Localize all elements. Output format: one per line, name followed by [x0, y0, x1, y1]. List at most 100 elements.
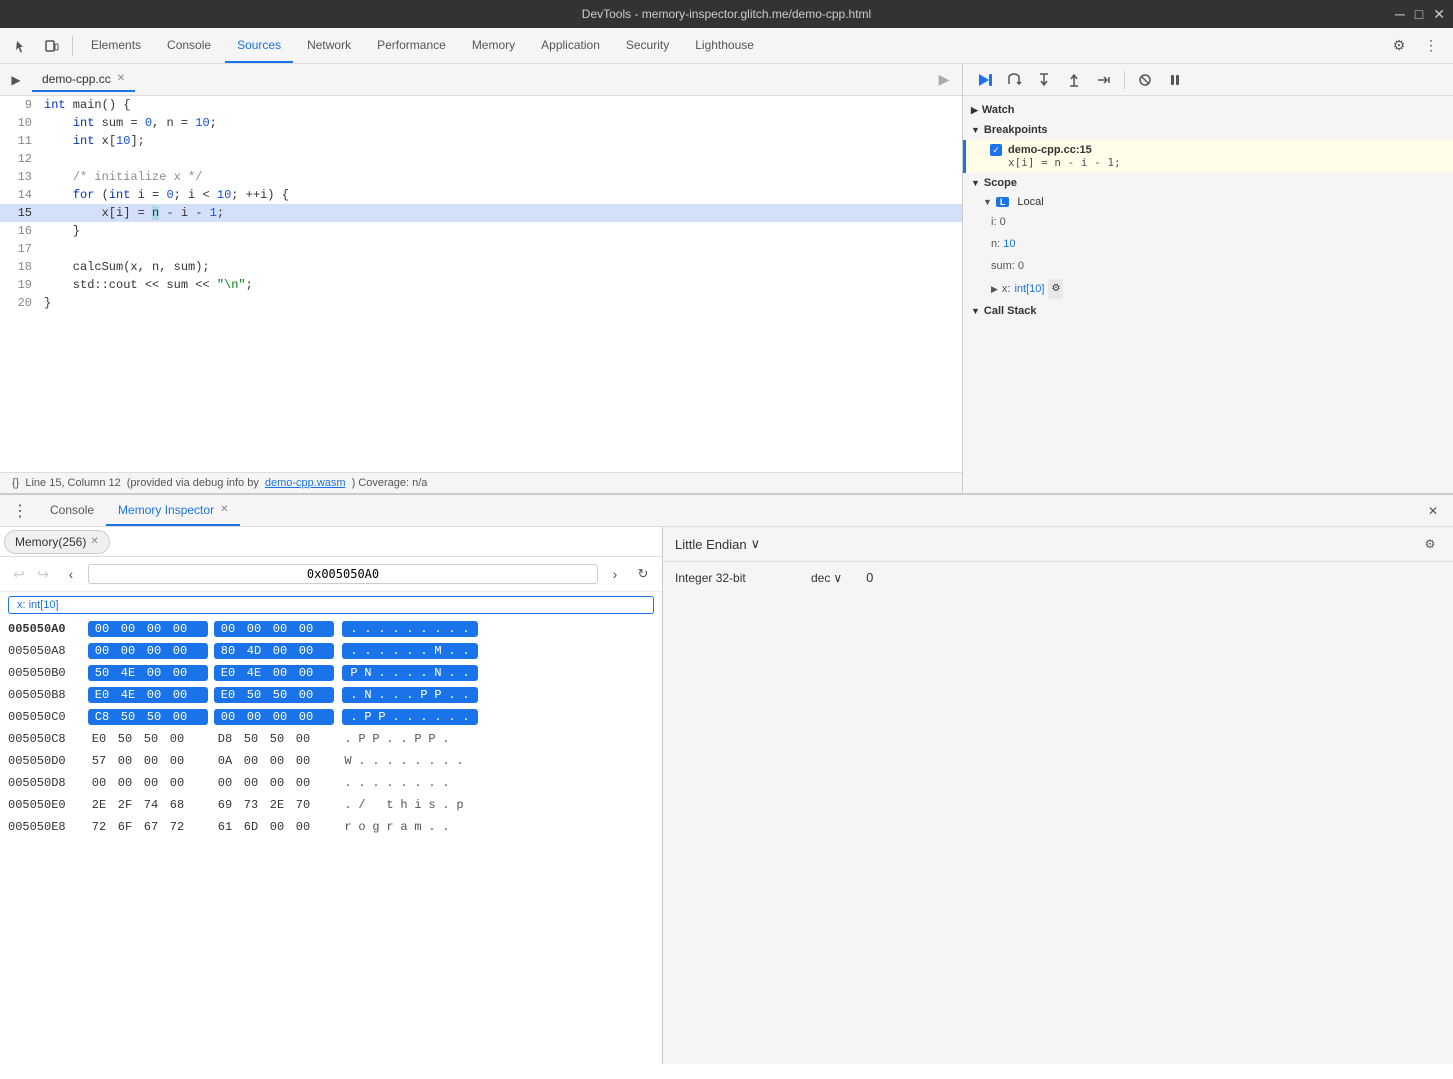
code-line-10: 10 int sum = 0, n = 10; [0, 114, 962, 132]
tab-lighthouse[interactable]: Lighthouse [683, 28, 766, 63]
breakpoint-checkbox[interactable]: ✓ [990, 144, 1002, 156]
maximize-btn[interactable]: □ [1415, 6, 1423, 23]
watch-triangle: ▶ [971, 105, 978, 116]
tab-console-bottom[interactable]: Console [38, 495, 106, 526]
code-editor[interactable]: 9 int main() { 10 int sum = 0, n = 10; 1… [0, 96, 962, 472]
refresh-btn[interactable]: ↻ [632, 563, 654, 585]
code-line-9: 9 int main() { [0, 96, 962, 114]
select-tool-btn[interactable] [8, 32, 36, 60]
status-wasm-link[interactable]: demo-cpp.wasm [265, 477, 346, 489]
endian-settings-btn[interactable]: ⚙ [1419, 533, 1441, 555]
step-out-btn[interactable] [1061, 67, 1087, 93]
bottom-tab-dots[interactable]: ⋮ [8, 499, 32, 523]
mem-row-a0: 005050A0 00 00 00 00 00 00 00 [0, 618, 662, 640]
endian-chevron-icon: ∨ [751, 536, 761, 552]
watch-section-header[interactable]: ▶ Watch [963, 100, 1453, 120]
debugger-toolbar [963, 64, 1453, 96]
scope-triangle: ▼ [971, 178, 980, 188]
x-memory-icon[interactable]: ⚙ [1048, 279, 1063, 299]
file-tab-actions: ▶ [930, 66, 958, 94]
mem-row-d8: 005050D8 00 00 00 00 00 00 00 [0, 772, 662, 794]
tab-application[interactable]: Application [529, 28, 612, 63]
code-line-19: 19 std::cout << sum << "\n"; [0, 276, 962, 294]
memory-subtab-bar: Memory(256) ✕ [0, 527, 662, 557]
status-position: Line 15, Column 12 [25, 477, 120, 489]
code-line-18: 18 calcSum(x, n, sum); [0, 258, 962, 276]
status-bar: {} Line 15, Column 12 (provided via debu… [0, 472, 962, 493]
tab-security[interactable]: Security [614, 28, 681, 63]
next-page-btn[interactable]: › [604, 563, 626, 585]
int32-format-select[interactable]: dec ∨ [811, 571, 842, 585]
memory-badge[interactable]: x: int[10] [8, 596, 654, 614]
bottom-panel-close[interactable]: ✕ [1421, 499, 1445, 523]
code-panel: ▶ demo-cpp.cc ✕ ▶ 9 int main() { [0, 64, 963, 493]
call-stack-label: Call Stack [984, 305, 1037, 317]
step-over-btn[interactable] [1001, 67, 1027, 93]
code-line-14: 14 for (int i = 0; i < 10; ++i) { [0, 186, 962, 204]
breakpoint-row: ✓ demo-cpp.cc:15 [990, 144, 1445, 156]
scope-item-i: i: 0 [963, 211, 1453, 233]
breakpoints-triangle: ▼ [971, 125, 980, 135]
pause-on-exception-btn[interactable] [1162, 67, 1188, 93]
close-memory-subtab-icon[interactable]: ✕ [90, 536, 98, 547]
mem-row-a8: 005050A8 00 00 00 00 80 4D 00 [0, 640, 662, 662]
tab-elements[interactable]: Elements [79, 28, 153, 63]
settings-btn[interactable]: ⚙ [1385, 32, 1413, 60]
tab-memory[interactable]: Memory [460, 28, 527, 63]
tab-network[interactable]: Network [295, 28, 363, 63]
resume-btn[interactable] [971, 67, 997, 93]
nav-settings: ⚙ ⋮ [1385, 32, 1445, 60]
step-btn[interactable] [1091, 67, 1117, 93]
local-header: ▼ L Local [963, 193, 1453, 211]
scope-item-x[interactable]: ▶ x: int[10] ⚙ [963, 277, 1453, 301]
local-expand-tri[interactable]: ▼ [983, 197, 992, 207]
address-input[interactable] [88, 564, 598, 584]
main-area: ▶ demo-cpp.cc ✕ ▶ 9 int main() { [0, 64, 1453, 1079]
scope-label: Scope [984, 177, 1017, 189]
tab-memory-inspector[interactable]: Memory Inspector ✕ [106, 495, 240, 526]
code-line-16: 16 } [0, 222, 962, 240]
x-expand-tri[interactable]: ▶ [991, 280, 998, 298]
memory-subtab-256[interactable]: Memory(256) ✕ [4, 530, 110, 554]
local-label: Local [1017, 196, 1043, 208]
device-toggle-btn[interactable] [38, 32, 66, 60]
mem-table-area: 005050A0 00 00 00 00 00 00 00 [0, 618, 662, 1064]
tab-sources[interactable]: Sources [225, 28, 293, 63]
redo-btn[interactable]: ↪ [32, 563, 54, 585]
minimize-btn[interactable]: ─ [1395, 6, 1405, 23]
play-file-btn[interactable]: ▶ [930, 66, 958, 94]
scope-item-n: n: 10 [963, 233, 1453, 255]
deactivate-bp-btn[interactable] [1132, 67, 1158, 93]
mem-row-d0: 005050D0 57 00 00 00 0A 00 00 [0, 750, 662, 772]
panel-toggle-btn[interactable]: ▶ [4, 68, 28, 92]
step-into-btn[interactable] [1031, 67, 1057, 93]
int32-label: Integer 32-bit [675, 571, 795, 585]
memory-right-panel: Little Endian ∨ ⚙ Integer 32-bit dec ∨ 0 [663, 527, 1453, 1064]
tab-performance[interactable]: Performance [365, 28, 458, 63]
int32-row: Integer 32-bit dec ∨ 0 [663, 562, 1453, 593]
breakpoint-item: ✓ demo-cpp.cc:15 x[i] = n - i - 1; [963, 140, 1453, 173]
dbg-separator [1124, 71, 1125, 89]
close-btn[interactable]: ✕ [1433, 6, 1445, 23]
memory-left-panel: Memory(256) ✕ ↩ ↪ ‹ › ↻ [0, 527, 663, 1064]
breakpoints-section-header[interactable]: ▼ Breakpoints [963, 120, 1453, 140]
endian-select[interactable]: Little Endian ∨ [675, 536, 760, 552]
prev-page-btn[interactable]: ‹ [60, 563, 82, 585]
close-file-tab-icon[interactable]: ✕ [117, 73, 125, 84]
more-menu-btn[interactable]: ⋮ [1417, 32, 1445, 60]
file-tab-demo-cpp[interactable]: demo-cpp.cc ✕ [32, 68, 135, 92]
bottom-area: ⋮ Console Memory Inspector ✕ ✕ Memor [0, 494, 1453, 1064]
tab-console[interactable]: Console [155, 28, 223, 63]
scope-section-header[interactable]: ▼ Scope [963, 173, 1453, 193]
code-line-17: 17 [0, 240, 962, 258]
call-stack-section-header[interactable]: ▼ Call Stack [963, 301, 1453, 321]
undo-btn[interactable]: ↩ [8, 563, 30, 585]
watch-label: Watch [982, 104, 1015, 116]
titlebar-title: DevTools - memory-inspector.glitch.me/de… [582, 7, 871, 21]
code-line-15: 15 x[i] = n - i - 1; [0, 204, 962, 222]
titlebar: DevTools - memory-inspector.glitch.me/de… [0, 0, 1453, 28]
int32-value: 0 [866, 570, 873, 585]
close-memory-inspector-icon[interactable]: ✕ [220, 504, 228, 515]
titlebar-controls[interactable]: ─ □ ✕ [1395, 6, 1445, 23]
memory-inspector: Memory(256) ✕ ↩ ↪ ‹ › ↻ [0, 527, 1453, 1064]
